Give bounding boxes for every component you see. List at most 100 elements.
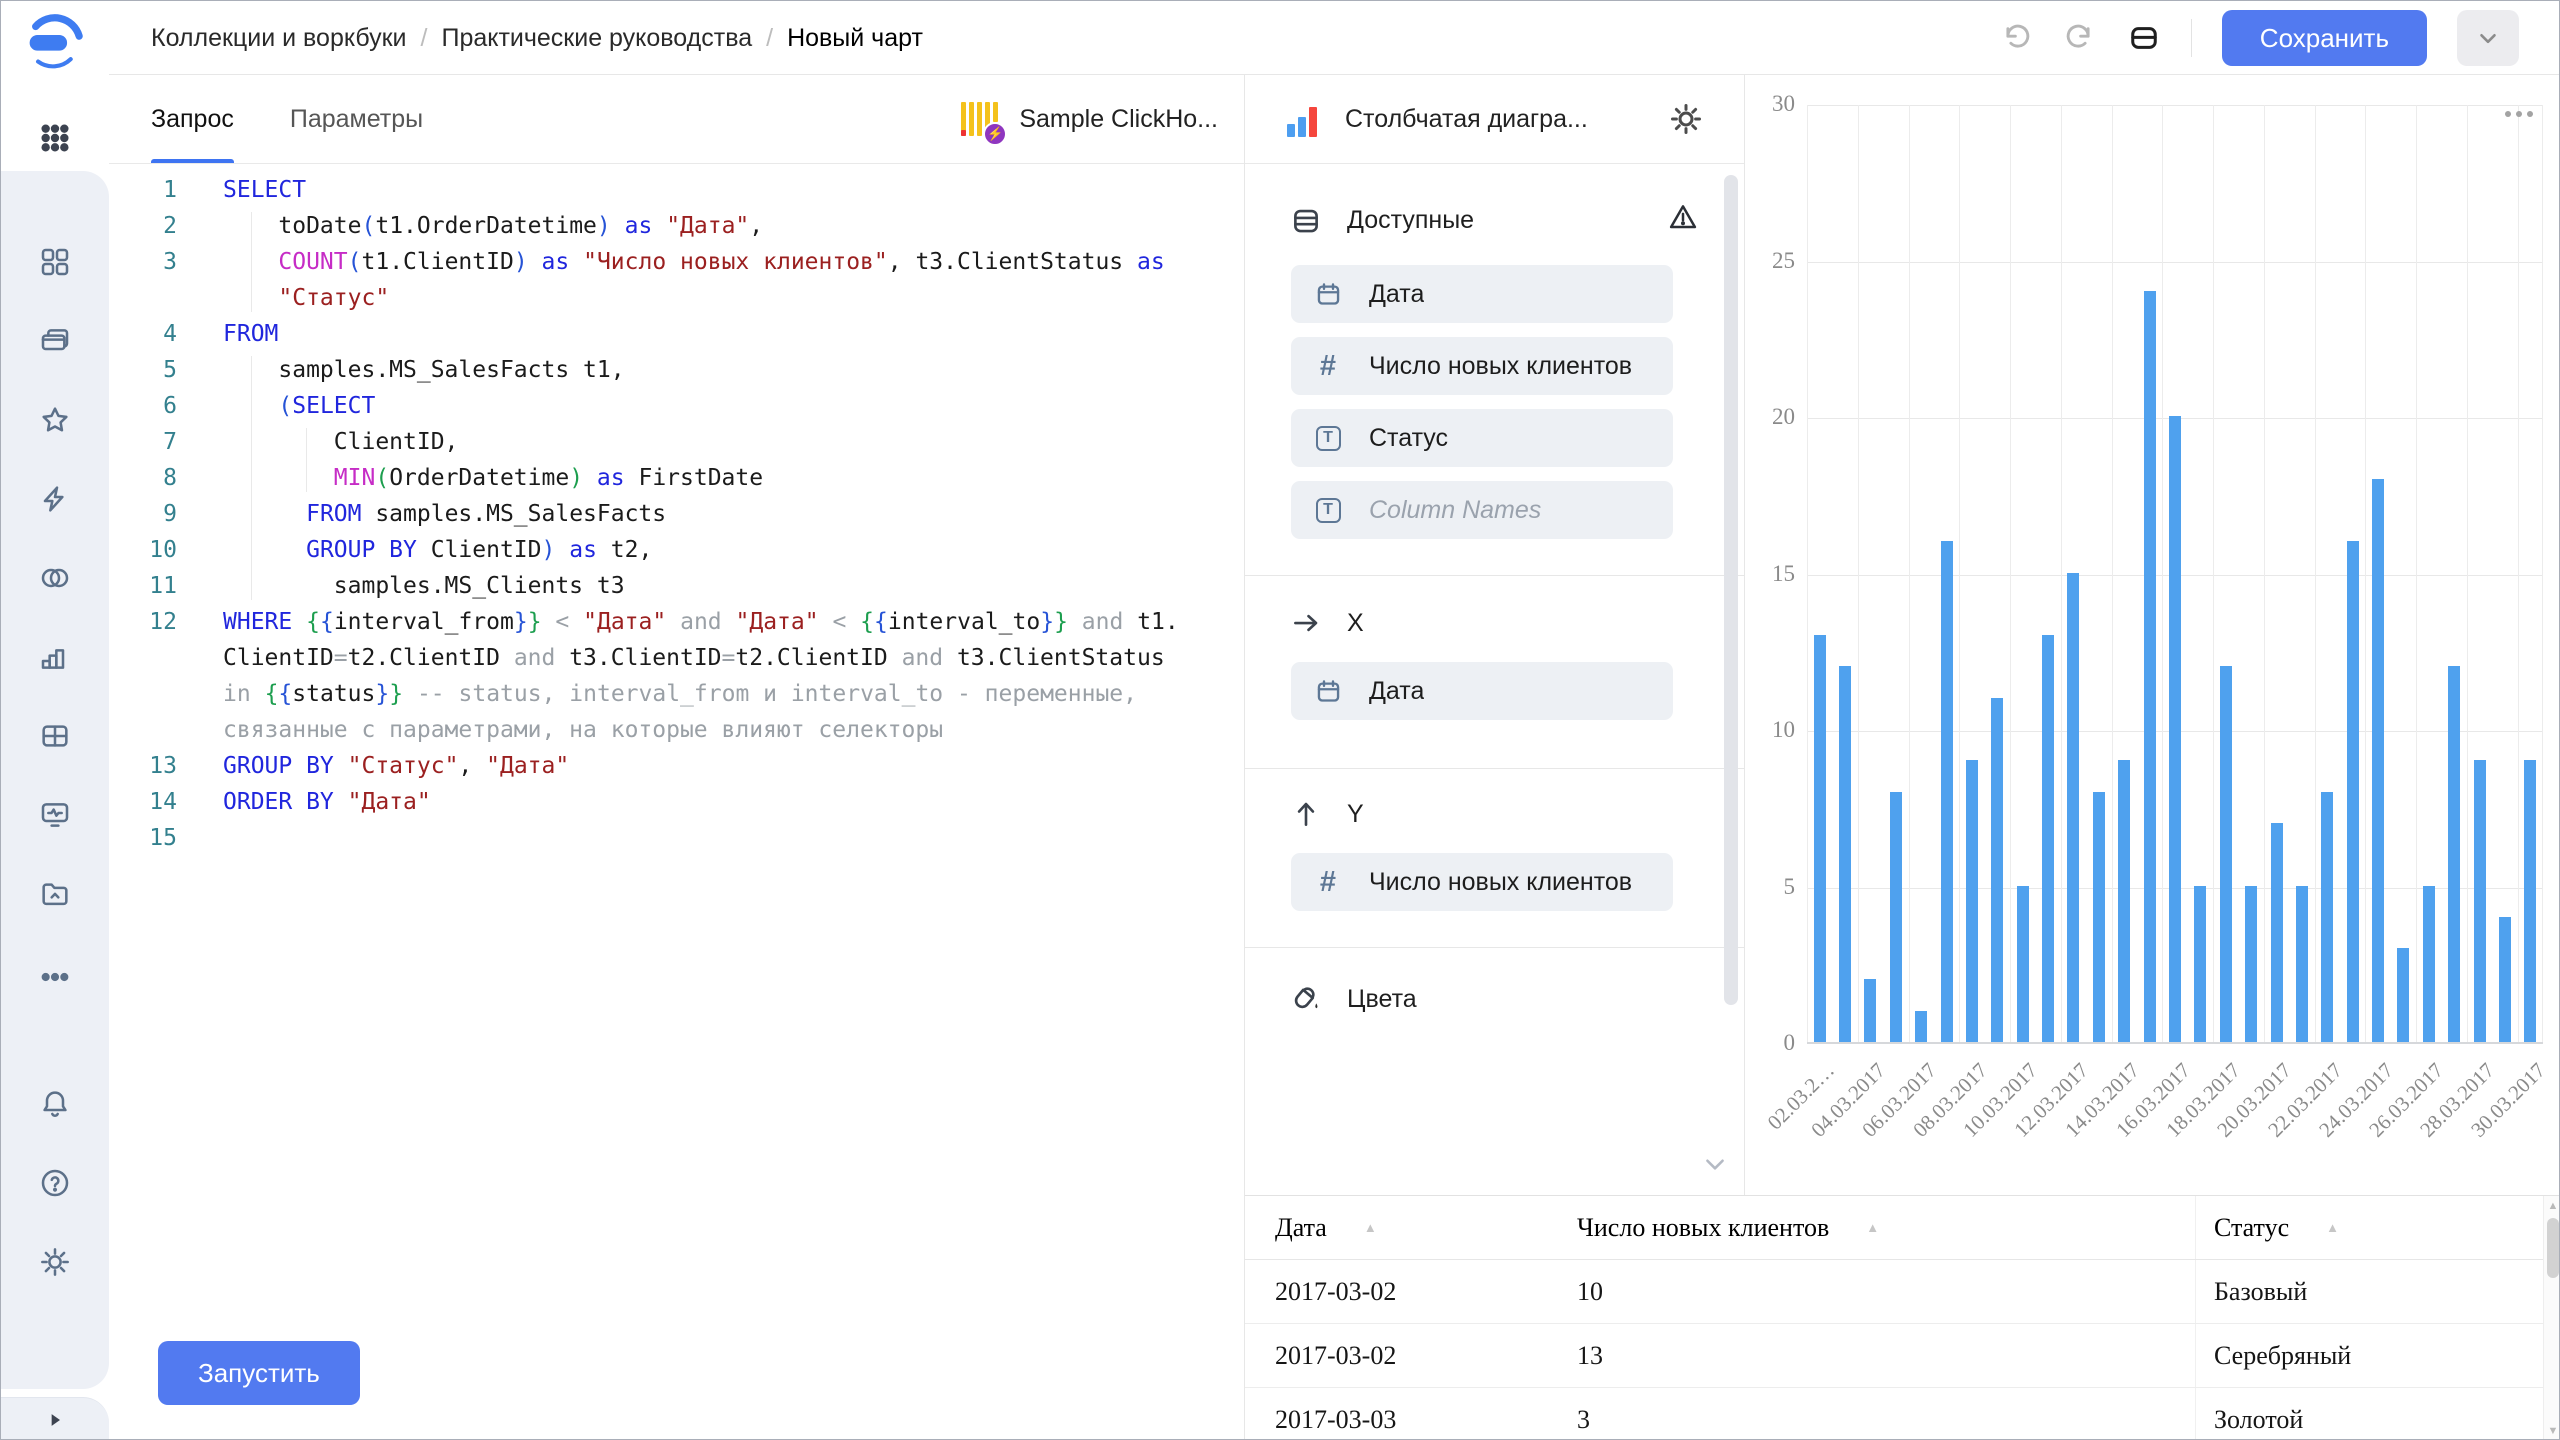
y-field-chip-new-clients[interactable]: # Число новых клиентов <box>1291 853 1673 911</box>
top-bar-divider <box>2191 19 2192 57</box>
cell-status: Базовый <box>2214 1260 2307 1323</box>
sidebar-item-editor[interactable] <box>38 482 72 516</box>
code-line: ClientID=t2.ClientID and t3.ClientID=t2.… <box>109 640 1244 676</box>
bar <box>2220 666 2232 1042</box>
top-bar-actions: Сохранить <box>1999 1 2519 75</box>
visualization-config-pane: Столбчатая диагра... Доступные Дата <box>1245 75 1745 1195</box>
tab-query[interactable]: Запрос <box>151 75 234 163</box>
config-scroll-down-icon[interactable] <box>1702 1151 1728 1177</box>
field-label: Число новых клиентов <box>1369 868 1632 897</box>
run-query-button[interactable]: Запустить <box>158 1341 360 1405</box>
sidebar-item-dashboards[interactable] <box>38 245 72 279</box>
bar <box>1991 698 2003 1042</box>
field-chip-date[interactable]: Дата <box>1291 265 1673 323</box>
field-chip-status[interactable]: T Статус <box>1291 409 1673 467</box>
gridline <box>2112 105 2113 1042</box>
field-chip-column-names[interactable]: T Column Names <box>1291 481 1673 539</box>
editor-tabs: Запрос Параметры <box>151 75 423 163</box>
sort-asc-icon: ▲ <box>1866 1220 1879 1236</box>
visualization-settings-gear-icon[interactable] <box>1668 101 1704 137</box>
bar <box>2169 416 2181 1042</box>
field-label: Число новых клиентов <box>1369 352 1632 381</box>
x-field-chip-date[interactable]: Дата <box>1291 662 1673 720</box>
sidebar-collapse[interactable] <box>1 1397 109 1440</box>
save-button[interactable]: Сохранить <box>2222 10 2427 66</box>
gridline <box>1807 105 1808 1042</box>
column-chart-icon[interactable] <box>1287 101 1323 139</box>
arrow-up-icon <box>1291 799 1321 829</box>
sidebar-footer-nav <box>1 1087 109 1279</box>
bar-chart-plot <box>1807 105 2543 1044</box>
sidebar-item-datasets[interactable] <box>38 719 72 753</box>
bar <box>2347 541 2359 1042</box>
colors-header: Цвета <box>1291 984 1698 1014</box>
collapse-play-icon <box>45 1410 65 1430</box>
settings-gear-icon[interactable] <box>38 1245 72 1279</box>
y-tick-label: 0 <box>1747 1030 1795 1056</box>
cell-status: Серебряный <box>2214 1324 2351 1387</box>
warning-icon <box>1668 202 1698 239</box>
cell-status: Золотой <box>2214 1388 2303 1440</box>
breadcrumb: Коллекции и воркбуки / Практические руко… <box>151 1 923 75</box>
datalens-chart-editor-window: Коллекции и воркбуки / Практические руко… <box>0 0 2560 1440</box>
number-hash-icon: # <box>1313 351 1343 381</box>
code-line: связанные с параметрами, на которые влия… <box>109 712 1244 748</box>
field-label: Дата <box>1369 280 1424 309</box>
sidebar-item-more[interactable] <box>38 956 72 990</box>
field-label: Статус <box>1369 424 1448 453</box>
section-available-fields: Доступные Дата # Число новых клиентов T … <box>1245 164 1744 575</box>
code-line: 2 toDate(t1.OrderDatetime) as "Дата", <box>109 208 1244 244</box>
table-scrollbar[interactable]: ▲ ▼ <box>2543 1196 2560 1440</box>
section-x-axis: X Дата <box>1245 576 1744 768</box>
undo-icon[interactable] <box>1999 21 2033 55</box>
table-header-new-clients[interactable]: Число новых клиентов ▲ <box>1577 1196 1879 1259</box>
bar <box>2067 573 2079 1043</box>
gridline <box>2162 105 2163 1042</box>
chart-preview-pane: 051015202530 02.03.2…04.03.201706.03.201… <box>1745 75 2560 1195</box>
tab-parameters[interactable]: Параметры <box>290 75 423 163</box>
table-header-row: Дата ▲ Число новых клиентов ▲ Статус ▲ <box>1245 1196 2560 1260</box>
sidebar-item-collections[interactable] <box>38 324 72 358</box>
text-type-icon: T <box>1313 423 1343 453</box>
bar <box>1839 666 1851 1042</box>
gridline <box>1807 262 2543 263</box>
bar <box>1966 760 1978 1042</box>
code-line: 8 MIN(OrderDatetime) as FirstDate <box>109 460 1244 496</box>
scroll-down-icon[interactable]: ▼ <box>2544 1425 2560 1437</box>
code-line: 9 FROM samples.MS_SalesFacts <box>109 496 1244 532</box>
notifications-bell-icon[interactable] <box>38 1087 72 1121</box>
calendar-icon <box>1313 676 1343 706</box>
table-header-status[interactable]: Статус ▲ <box>2214 1196 2339 1259</box>
table-header-date[interactable]: Дата ▲ <box>1275 1196 1377 1259</box>
redo-icon[interactable] <box>2063 21 2097 55</box>
field-label-placeholder: Column Names <box>1369 496 1541 525</box>
visualization-type-label[interactable]: Столбчатая диагра... <box>1345 75 1588 164</box>
bar <box>1915 1011 1927 1042</box>
sidebar-item-monitoring[interactable] <box>38 798 72 832</box>
sql-code-editor[interactable]: 1SELECT2 toDate(t1.OrderDatetime) as "Да… <box>109 164 1244 1319</box>
connection-badge[interactable]: ⚡ Sample ClickHo... <box>959 75 1218 163</box>
bar <box>2448 666 2460 1042</box>
datalens-logo[interactable] <box>26 12 84 70</box>
field-chip-new-clients[interactable]: # Число новых клиентов <box>1291 337 1673 395</box>
layout-panel-icon[interactable] <box>2127 21 2161 55</box>
scrollbar-thumb[interactable] <box>2547 1218 2559 1278</box>
bar <box>2042 635 2054 1042</box>
sidebar-item-connections[interactable] <box>38 561 72 595</box>
bar <box>1814 635 1826 1042</box>
sidebar-item-files[interactable] <box>38 877 72 911</box>
scroll-up-icon[interactable]: ▲ <box>2544 1200 2560 1212</box>
apps-grid-icon[interactable] <box>38 121 72 155</box>
config-scrollbar[interactable] <box>1724 175 1738 1005</box>
save-menu-button[interactable] <box>2457 10 2519 66</box>
bar <box>1941 541 1953 1042</box>
bar <box>2194 886 2206 1043</box>
breadcrumb-collections[interactable]: Коллекции и воркбуки <box>151 24 407 53</box>
y-tick-label: 5 <box>1747 874 1795 900</box>
breadcrumb-guides[interactable]: Практические руководства <box>441 24 752 53</box>
sidebar-item-charts[interactable] <box>38 640 72 674</box>
help-icon[interactable] <box>38 1166 72 1200</box>
chart-menu-dots-icon[interactable] <box>2505 111 2533 117</box>
sidebar-item-favorites[interactable] <box>38 403 72 437</box>
gridline <box>2213 105 2214 1042</box>
